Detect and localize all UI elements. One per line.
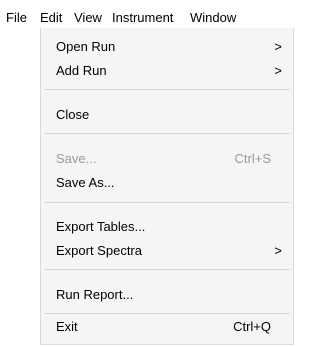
file-menu-dropdown: Open Run > Add Run > Close Save... Ctrl+… bbox=[40, 28, 294, 345]
menu-item-open-run[interactable]: Open Run > bbox=[41, 36, 293, 58]
menu-separator bbox=[44, 202, 290, 203]
menu-item-shortcut: Ctrl+S bbox=[234, 151, 271, 166]
menu-item-save: Save... Ctrl+S bbox=[41, 148, 293, 170]
menubar-view[interactable]: View bbox=[74, 10, 102, 26]
menu-item-export-tables[interactable]: Export Tables... bbox=[41, 216, 293, 238]
menu-item-run-report[interactable]: Run Report... bbox=[41, 284, 293, 306]
menu-item-label: Export Spectra bbox=[56, 243, 142, 258]
menubar-edit[interactable]: Edit bbox=[40, 10, 62, 26]
menu-item-label: Open Run bbox=[56, 39, 116, 54]
menu-separator bbox=[44, 89, 290, 90]
menu-item-label: Save As... bbox=[56, 175, 115, 190]
submenu-arrow-icon: > bbox=[274, 39, 282, 54]
menu-separator bbox=[44, 133, 290, 134]
menu-bar: File Edit View Instrument Window bbox=[0, 0, 296, 28]
menu-item-shortcut: Ctrl+Q bbox=[233, 319, 271, 334]
menubar-window[interactable]: Window bbox=[190, 10, 236, 26]
menu-item-exit[interactable]: Exit Ctrl+Q bbox=[41, 316, 293, 338]
menu-separator bbox=[44, 269, 290, 270]
menu-item-label: Exit bbox=[56, 319, 78, 334]
submenu-arrow-icon: > bbox=[274, 63, 282, 78]
menubar-file[interactable]: File bbox=[6, 10, 27, 26]
menu-item-save-as[interactable]: Save As... bbox=[41, 172, 293, 194]
menu-separator bbox=[44, 313, 290, 314]
menu-item-label: Run Report... bbox=[56, 287, 134, 302]
menu-item-label: Save... bbox=[56, 151, 97, 166]
submenu-arrow-icon: > bbox=[274, 243, 282, 258]
menu-item-export-spectra[interactable]: Export Spectra > bbox=[41, 240, 293, 262]
menubar-instrument[interactable]: Instrument bbox=[112, 10, 173, 26]
menu-item-label: Export Tables... bbox=[56, 219, 146, 234]
menu-item-label: Add Run bbox=[56, 63, 107, 78]
menu-item-close[interactable]: Close bbox=[41, 104, 293, 126]
menu-item-add-run[interactable]: Add Run > bbox=[41, 60, 293, 82]
menu-item-label: Close bbox=[56, 107, 90, 122]
